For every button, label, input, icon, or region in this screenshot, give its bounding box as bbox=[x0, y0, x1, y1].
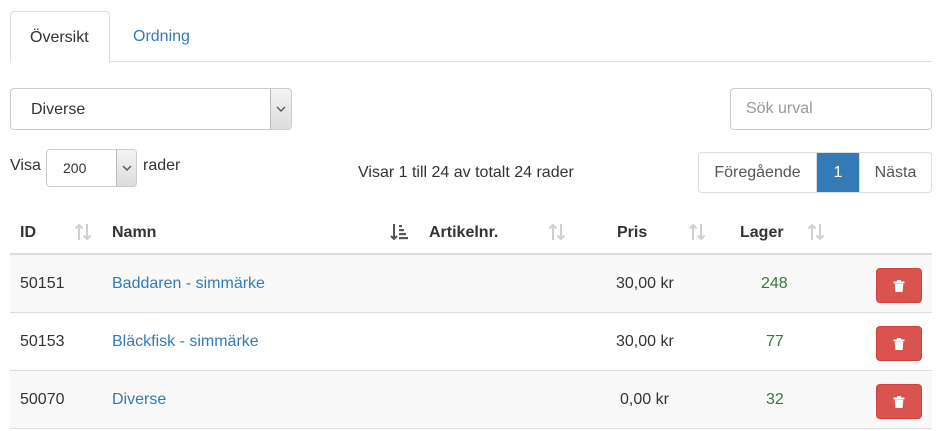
rows-per-page-value: 200 bbox=[63, 160, 87, 176]
category-select-arrow[interactable] bbox=[270, 89, 291, 129]
cell-id: 50070 bbox=[20, 391, 65, 408]
pagination-page-1[interactable]: 1 bbox=[817, 153, 859, 192]
trash-icon bbox=[893, 395, 905, 408]
search-input[interactable] bbox=[730, 88, 932, 130]
trash-icon bbox=[893, 279, 905, 292]
pagination: Föregående 1 Nästa bbox=[698, 152, 932, 193]
chevron-down-icon bbox=[122, 165, 131, 171]
cell-price: 30,00 kr bbox=[616, 275, 674, 292]
chevron-down-icon bbox=[276, 106, 286, 112]
category-select[interactable]: Diverse bbox=[10, 88, 292, 130]
tab-ordning[interactable]: Ordning bbox=[114, 11, 209, 62]
tab-bar: Översikt Ordning bbox=[10, 11, 932, 63]
sort-amount-down-icon[interactable] bbox=[390, 222, 408, 242]
rows-select-arrow[interactable] bbox=[116, 150, 136, 186]
cell-product-name-link[interactable]: Baddaren - simmärke bbox=[112, 258, 265, 310]
cell-price: 0,00 kr bbox=[620, 391, 669, 408]
column-header-artikelnr[interactable]: Artikelnr. bbox=[429, 210, 498, 255]
rows-prefix-label: Visa bbox=[10, 157, 41, 174]
cell-stock: 32 bbox=[766, 391, 784, 408]
cell-stock: 248 bbox=[761, 275, 788, 292]
cell-id: 50153 bbox=[20, 333, 65, 350]
column-header-namn[interactable]: Namn bbox=[112, 210, 156, 255]
cell-stock: 77 bbox=[766, 333, 784, 350]
table-header: ID Namn Artikelnr. Pris Lager bbox=[10, 210, 932, 255]
delete-button[interactable] bbox=[876, 384, 922, 419]
pagination-previous-button[interactable]: Föregående bbox=[699, 153, 817, 192]
pagination-next-button[interactable]: Nästa bbox=[859, 153, 931, 192]
rows-per-page-select[interactable]: 200 bbox=[46, 149, 137, 187]
column-header-id[interactable]: ID bbox=[20, 210, 36, 255]
delete-button[interactable] bbox=[876, 268, 922, 303]
column-header-pris[interactable]: Pris bbox=[617, 210, 647, 255]
rows-suffix-label: rader bbox=[143, 157, 181, 174]
sort-icon[interactable] bbox=[688, 222, 706, 242]
product-table: ID Namn Artikelnr. Pris Lager 50151 Badd… bbox=[10, 210, 932, 429]
trash-icon bbox=[893, 337, 905, 350]
cell-id: 50151 bbox=[20, 275, 65, 292]
cell-product-name-link[interactable]: Diverse bbox=[112, 374, 166, 426]
category-select-value: Diverse bbox=[31, 101, 86, 118]
delete-button[interactable] bbox=[876, 326, 922, 361]
table-row: 50153 Bläckfisk - simmärke 30,00 kr 77 bbox=[10, 313, 932, 371]
table-info-text: Visar 1 till 24 av totalt 24 rader bbox=[358, 164, 574, 181]
cell-product-name-link[interactable]: Bläckfisk - simmärke bbox=[112, 316, 259, 368]
sort-icon[interactable] bbox=[807, 222, 825, 242]
tab-oversikt[interactable]: Översikt bbox=[10, 11, 110, 63]
table-row: 50151 Baddaren - simmärke 30,00 kr 248 bbox=[10, 255, 932, 313]
column-header-lager[interactable]: Lager bbox=[740, 210, 784, 255]
sort-icon[interactable] bbox=[548, 222, 566, 242]
sort-icon[interactable] bbox=[74, 222, 92, 242]
table-row: 50070 Diverse 0,00 kr 32 bbox=[10, 371, 932, 429]
cell-price: 30,00 kr bbox=[616, 333, 674, 350]
